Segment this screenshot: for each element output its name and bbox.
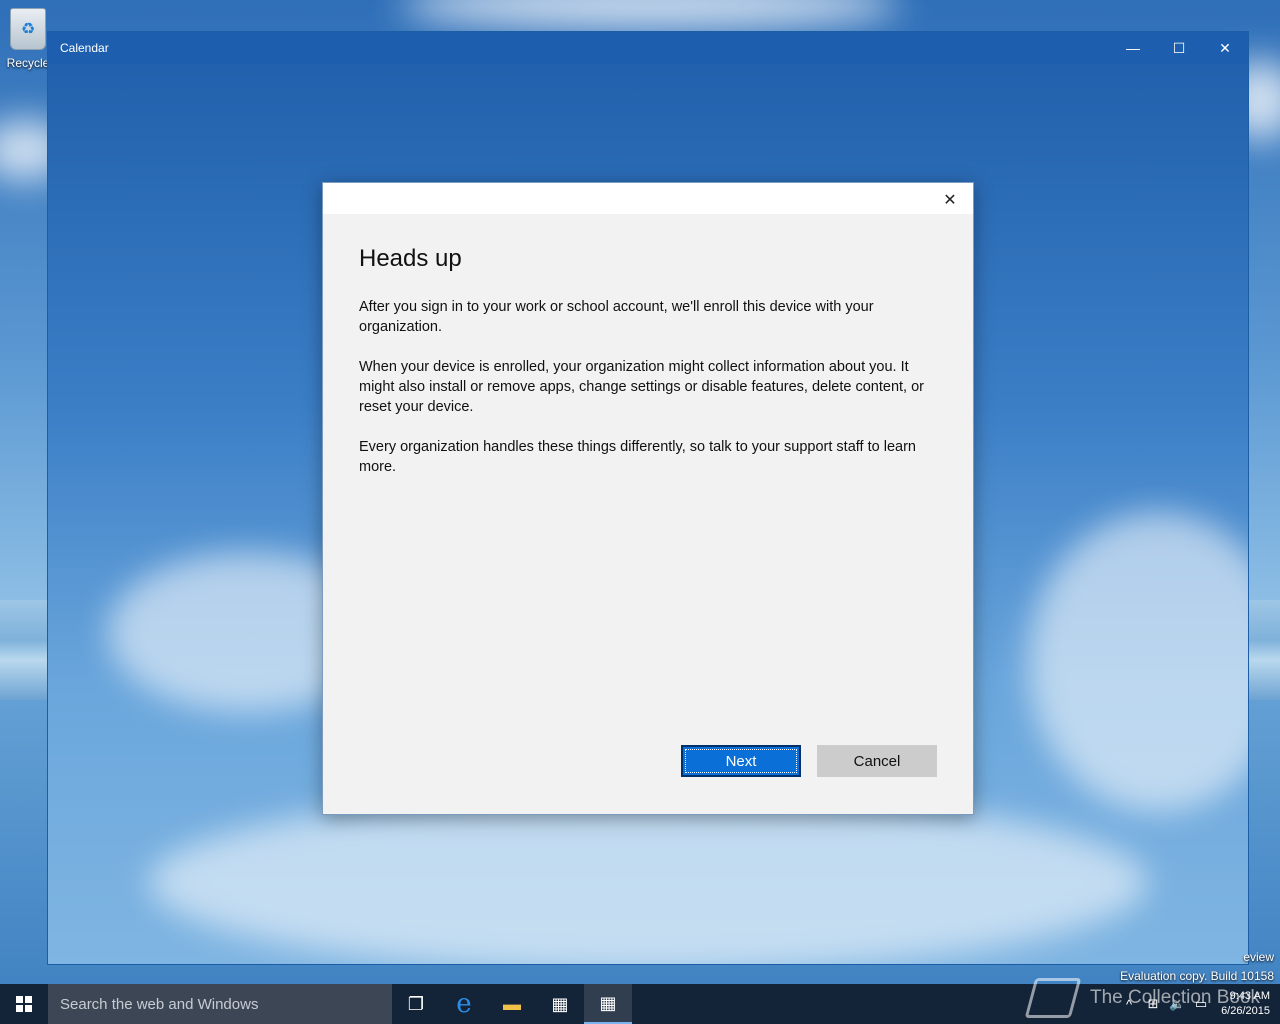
minimize-button[interactable]: — — [1110, 32, 1156, 64]
cancel-button[interactable]: Cancel — [817, 745, 937, 777]
recycle-bin-icon: ♻ — [10, 8, 46, 50]
search-placeholder: Search the web and Windows — [60, 995, 259, 1013]
close-window-button[interactable]: ✕ — [1202, 32, 1248, 64]
desktop-cloud — [400, 0, 900, 30]
dialog-header: ✕ — [323, 183, 973, 214]
next-button[interactable]: Next — [681, 745, 801, 777]
watermark-preview: eview — [1243, 950, 1274, 964]
window-cloud — [1028, 512, 1248, 812]
dialog-paragraph: After you sign in to your work or school… — [359, 299, 874, 335]
maximize-icon: ☐ — [1172, 39, 1186, 56]
book-icon — [1024, 978, 1082, 1018]
store-icon: ▦ — [551, 993, 569, 1014]
store-button[interactable]: ▦ — [536, 984, 584, 1024]
edge-icon: e — [456, 989, 472, 1019]
start-button[interactable] — [0, 984, 48, 1024]
search-box[interactable]: Search the web and Windows — [48, 984, 392, 1024]
recycle-bin-shortcut[interactable]: ♻ Recycle — [4, 8, 52, 70]
file-explorer-button[interactable]: ▬ — [488, 984, 536, 1024]
dialog-paragraph: Every organization handles these things … — [359, 439, 916, 475]
dialog-title: Heads up — [359, 245, 462, 272]
maximize-button[interactable]: ☐ — [1156, 32, 1202, 64]
window-cloud — [148, 792, 1148, 964]
dialog-paragraph: When your device is enrolled, your organ… — [359, 359, 925, 415]
edge-button[interactable]: e — [440, 984, 488, 1024]
dialog-close-button[interactable]: ✕ — [939, 189, 961, 211]
brand-text: The Collection Book — [1090, 987, 1261, 1008]
close-icon: ✕ — [943, 192, 957, 209]
calendar-taskbar-button[interactable]: ▦ — [584, 984, 632, 1024]
task-view-icon: ❐ — [407, 993, 425, 1014]
minimize-icon: — — [1126, 40, 1140, 56]
close-icon: ✕ — [1219, 39, 1231, 56]
windows-logo-icon — [16, 996, 32, 1012]
window-titlebar[interactable]: Calendar — ☐ ✕ — [48, 32, 1248, 64]
window-title: Calendar — [60, 41, 109, 55]
calendar-icon: ▦ — [599, 992, 617, 1013]
heads-up-dialog: ✕ Heads up After you sign in to your wor… — [322, 182, 974, 815]
file-explorer-icon: ▬ — [503, 993, 521, 1014]
task-view-button[interactable]: ❐ — [392, 984, 440, 1024]
dialog-body: After you sign in to your work or school… — [359, 297, 945, 497]
recycle-bin-label: Recycle — [6, 56, 50, 70]
brand-watermark: The Collection Book — [1024, 978, 1261, 1018]
